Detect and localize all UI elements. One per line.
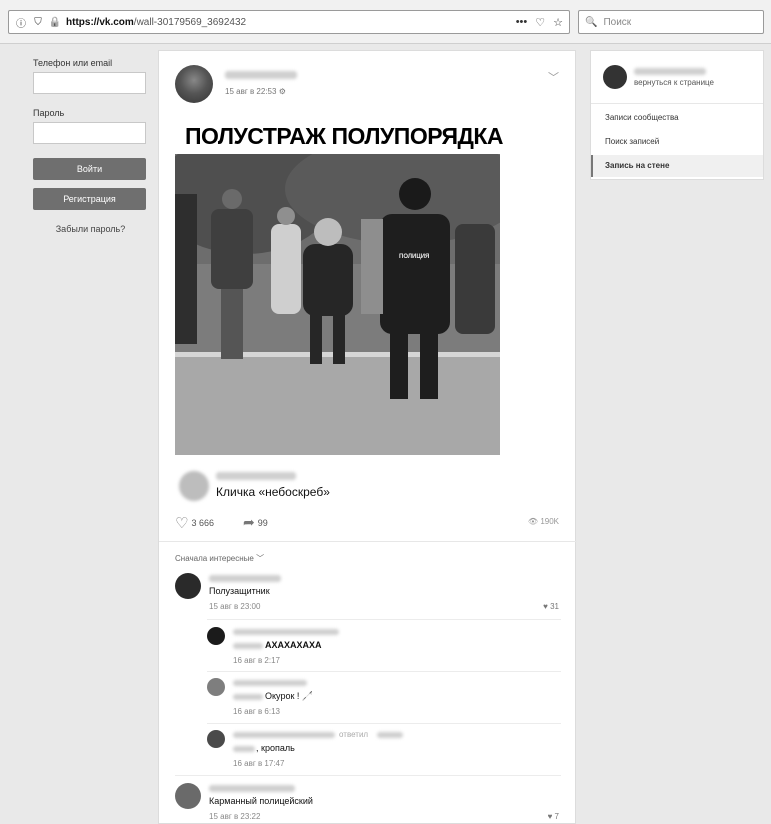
comment-avatar[interactable] [175, 783, 201, 809]
chevron-down-icon[interactable]: ﹀ [548, 69, 559, 85]
wall-post: 15 авг в 22:53 ⚙ ﹀ ПОЛУСТРАЖ ПОЛУПОРЯДКА [158, 50, 577, 824]
divider [175, 775, 561, 776]
comment-text: Полузащитник [209, 586, 270, 596]
divider [591, 103, 763, 104]
post-author-name[interactable] [225, 71, 297, 79]
share-button[interactable]: ➦ 99 [243, 514, 268, 531]
reply-mention[interactable] [233, 694, 263, 700]
back-to-page-link[interactable]: вернуться к странице [634, 78, 714, 87]
reply-author-name[interactable] [233, 732, 335, 738]
search-placeholder: Поиск [603, 16, 632, 28]
phone-label: Телефон или email [33, 58, 113, 68]
reply-mention[interactable] [233, 746, 255, 752]
browser-toolbar: ⓘ ⛉ 🔒 https://vk.com/wall-30179569_36924… [0, 0, 771, 44]
post-title: ПОЛУСТРАЖ ПОЛУПОРЯДКА [185, 123, 504, 149]
reply-avatar[interactable] [207, 678, 225, 696]
caption-text: Кличка «небоскреб» [216, 485, 330, 499]
url-text[interactable]: https://vk.com/wall-30179569_3692432 [66, 17, 516, 28]
heart-icon: ♥ [547, 812, 553, 821]
views-count: 👁 190K [527, 517, 559, 526]
comment-text: Карманный полицейский [209, 796, 313, 806]
like-count: 3 666 [191, 518, 214, 528]
reply-target-name[interactable] [377, 732, 403, 738]
pocket-icon[interactable]: ♡ [535, 16, 545, 29]
reply-text: Окурок ! 🦯 [265, 691, 314, 701]
post-date[interactable]: 15 авг в 22:53 ⚙ [225, 87, 286, 96]
reply-avatar[interactable] [207, 627, 225, 645]
shield-icon[interactable]: ⛉ [32, 16, 44, 28]
comment-date[interactable]: 15 авг в 23:00 [209, 602, 260, 611]
eye-icon: 👁 [527, 517, 539, 526]
caption-avatar[interactable] [179, 471, 209, 501]
info-icon[interactable]: ⓘ [15, 16, 27, 30]
nav-search-posts[interactable]: Поиск записей [591, 131, 763, 153]
reply-author-name[interactable] [233, 680, 307, 686]
login-button[interactable]: Войти [33, 158, 146, 180]
heart-icon: ♥ [543, 602, 548, 611]
chevron-down-icon: ﹀ [256, 554, 265, 563]
community-avatar[interactable] [603, 65, 627, 89]
heart-icon: ♡ [175, 515, 189, 532]
caption-author-name[interactable] [216, 472, 296, 480]
share-icon: ➦ [243, 514, 255, 530]
comment-author-name[interactable] [209, 785, 295, 792]
comment-date[interactable]: 15 авг в 23:22 [209, 812, 260, 821]
reply-text: , кропаль [256, 743, 295, 753]
share-count: 99 [257, 517, 268, 528]
community-name[interactable] [634, 68, 706, 75]
phone-input[interactable] [33, 72, 146, 94]
star-icon[interactable]: ☆ [553, 16, 563, 29]
comment-avatar[interactable] [175, 573, 201, 599]
divider [159, 541, 577, 542]
reply-avatar[interactable] [207, 730, 225, 748]
post-photo[interactable]: ПОЛИЦИЯ [175, 154, 500, 455]
reply-date[interactable]: 16 авг в 6:13 [233, 707, 280, 716]
browser-search[interactable]: 🔍 Поиск [578, 10, 764, 34]
comment-likes[interactable]: ♥ 7 [548, 812, 559, 821]
more-icon[interactable]: ••• [516, 16, 528, 29]
reply-text: АХАХАХАХА [265, 640, 322, 650]
reply-date[interactable]: 16 авг в 2:17 [233, 656, 280, 665]
comment-author-name[interactable] [209, 575, 281, 582]
photo-illustration: ПОЛИЦИЯ [175, 154, 500, 455]
divider [207, 619, 561, 620]
post-author-avatar[interactable] [175, 65, 213, 103]
divider [207, 723, 561, 724]
password-label: Пароль [33, 108, 65, 118]
nav-wall-post[interactable]: Запись на стене [591, 155, 763, 177]
sort-dropdown[interactable]: Сначала интересные ﹀ [175, 553, 264, 564]
police-badge-text: ПОЛИЦИЯ [399, 254, 429, 260]
right-nav-panel: вернуться к странице Записи сообщества П… [590, 50, 764, 180]
register-button[interactable]: Регистрация [33, 188, 146, 210]
divider [207, 671, 561, 672]
lock-icon: 🔒 [48, 16, 62, 28]
password-input[interactable] [33, 122, 146, 144]
reply-author-name[interactable] [233, 629, 339, 635]
address-bar[interactable]: ⓘ ⛉ 🔒 https://vk.com/wall-30179569_36924… [8, 10, 570, 34]
comment-likes[interactable]: ♥ 31 [543, 602, 559, 611]
reply-mention[interactable] [233, 643, 263, 649]
replied-label: ответил [339, 730, 369, 739]
edit-icon: ⚙ [278, 87, 286, 96]
reply-date[interactable]: 16 авг в 17:47 [233, 759, 284, 768]
like-button[interactable]: ♡ 3 666 [175, 514, 214, 532]
forgot-password-link[interactable]: Забыли пароль? [33, 224, 148, 234]
login-panel: Телефон или email Пароль Войти Регистрац… [33, 58, 148, 234]
nav-community-posts[interactable]: Записи сообщества [591, 107, 763, 129]
search-icon: 🔍 [585, 16, 598, 28]
